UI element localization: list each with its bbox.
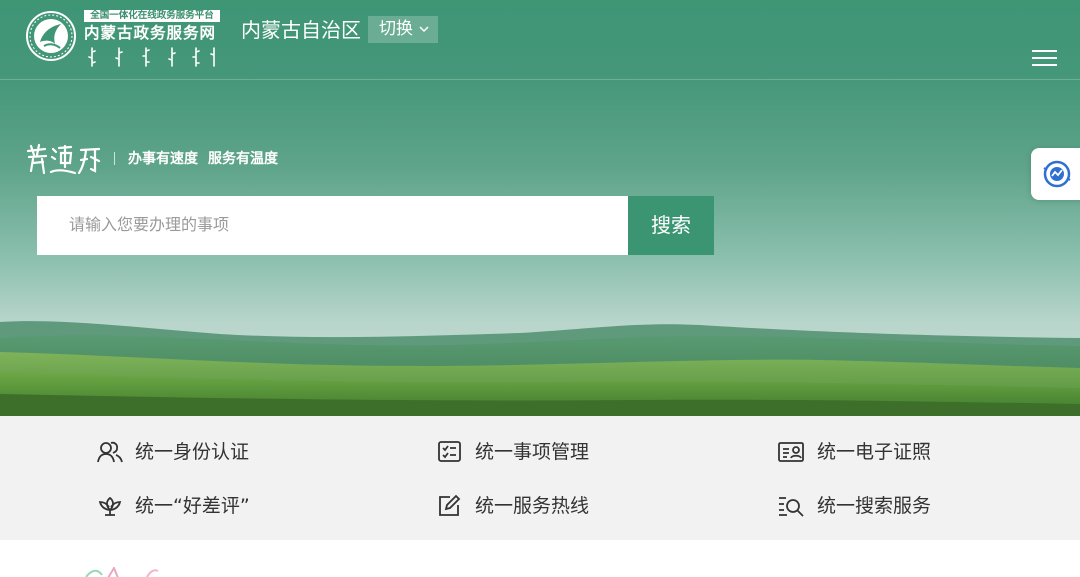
site-logo-text[interactable]: 全国一体化在线政务服务平台 内蒙古政务服务网 [84, 10, 220, 67]
service-label: 统一电子证照 [817, 441, 932, 463]
search-input[interactable] [37, 196, 628, 255]
region-switch-label: 切换 [379, 19, 413, 39]
service-matter-management[interactable]: 统一事项管理 [437, 438, 589, 466]
hero-banner: 全国一体化在线政务服务平台 内蒙古政务服务网 内蒙古自治区 切换 办事有速度 服… [0, 0, 1080, 416]
edit-icon [439, 494, 461, 516]
service-good-bad-review[interactable]: 统一“好差评” [97, 492, 250, 520]
service-e-license[interactable]: 统一电子证照 [777, 438, 931, 466]
hamburger-menu-icon[interactable] [1032, 50, 1058, 70]
next-section-preview [0, 540, 1080, 577]
search-list-icon [779, 497, 804, 517]
site-name: 内蒙古政务服务网 [84, 24, 217, 42]
users-icon [97, 441, 123, 463]
service-unified-search[interactable]: 统一搜索服务 [777, 492, 931, 520]
chevron-down-icon [419, 26, 429, 33]
current-region-label: 内蒙古自治区 [241, 18, 361, 42]
menu-line [1032, 57, 1057, 59]
slogan-part-1: 办事有速度 [128, 151, 198, 167]
top-header-bar: 全国一体化在线政务服务平台 内蒙古政务服务网 内蒙古自治区 切换 [0, 0, 1080, 80]
service-identity-auth[interactable]: 统一身份认证 [97, 438, 249, 466]
menu-line [1032, 64, 1057, 66]
slogan-part-2: 服务有温度 [208, 151, 278, 167]
unified-services-panel: 统一身份认证 统一事项管理 统一电子证照 统一“好差评” 统一服务热线 统一搜索… [0, 416, 1080, 540]
id-card-icon [778, 442, 804, 462]
menu-line [1032, 50, 1057, 52]
checklist-icon [438, 441, 461, 462]
search-button[interactable]: 搜索 [628, 196, 714, 255]
mongolian-script-logo-lettering [88, 47, 215, 67]
service-label: 统一“好差评” [135, 495, 250, 517]
platform-label: 全国一体化在线政务服务平台 [84, 10, 220, 22]
service-label: 统一身份认证 [135, 441, 250, 463]
decorative-flower-graphic [85, 567, 159, 577]
service-label: 统一服务热线 [475, 495, 590, 517]
government-emblem-logo-icon[interactable] [25, 10, 77, 62]
assistant-icon [1043, 160, 1071, 188]
brand-calligraphy-logo [26, 143, 101, 175]
slogan-divider [114, 152, 115, 165]
service-label: 统一搜索服务 [817, 495, 932, 517]
service-hotline[interactable]: 统一服务热线 [437, 492, 589, 520]
lotus-icon [98, 496, 122, 516]
service-label: 统一事项管理 [475, 441, 590, 463]
slogan-text: 办事有速度 服务有温度 [128, 149, 278, 169]
floating-assistant-button[interactable] [1031, 148, 1080, 200]
region-switch-button[interactable]: 切换 [368, 16, 438, 43]
